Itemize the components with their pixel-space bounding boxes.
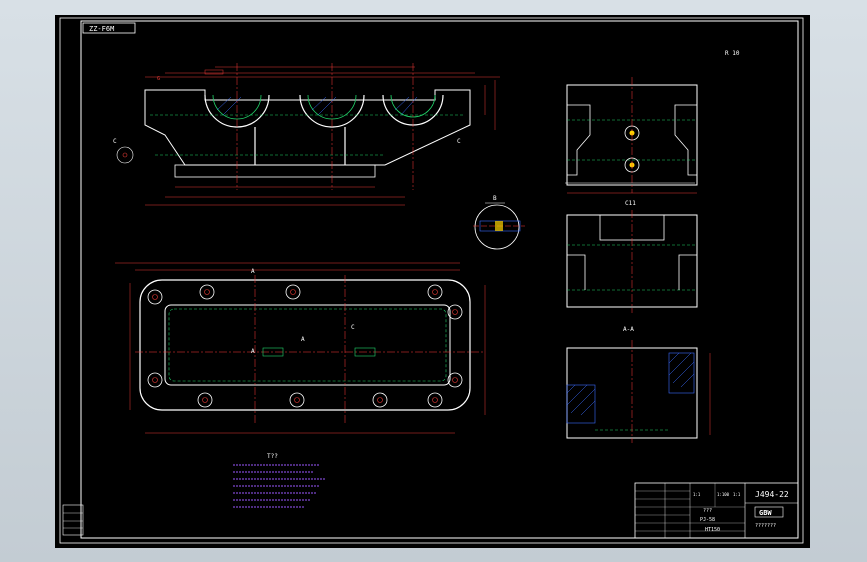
- section-label-c: C11: [625, 200, 636, 207]
- revision-table: [62, 504, 84, 536]
- notes-title: T??: [267, 453, 278, 460]
- cad-viewport: ZZ-F6M R 10 G C C A A A C B C11 A-A T?? …: [0, 0, 867, 562]
- detail-label: B: [493, 195, 497, 202]
- top-right-mark: R 10: [725, 50, 740, 57]
- label-a-mid: A: [301, 336, 305, 343]
- title-block-line-2: PJ-58: [700, 517, 715, 523]
- label-a-top: A: [251, 268, 255, 275]
- plan-view: A A A C: [115, 262, 486, 434]
- detail-b: B: [473, 195, 525, 250]
- label-c-plan: C: [351, 324, 355, 331]
- scale-cell-1: 1:1: [693, 492, 701, 497]
- company-logo-text: GBW: [759, 509, 772, 517]
- label-c-detail: C: [113, 138, 117, 145]
- title-block-line-1: ???: [703, 508, 712, 514]
- technical-notes: T??: [233, 453, 325, 508]
- label-a-left: A: [251, 348, 255, 355]
- drawing-sheet[interactable]: ZZ-F6M R 10 G C C A A A C B C11 A-A T?? …: [55, 15, 810, 548]
- section-label-aa: A-A: [623, 326, 634, 333]
- scale-cell-3: 1:1: [733, 492, 741, 497]
- front-view: G C C: [113, 63, 500, 206]
- title-block-under-logo: ???????: [755, 523, 776, 529]
- scale-cell-2: 1:100: [717, 492, 730, 497]
- drawing-number: J494-22: [755, 490, 789, 499]
- section-aa-view: A-A: [566, 326, 711, 443]
- corner-tag: ZZ-F6M: [89, 25, 114, 33]
- label-g: G: [157, 76, 160, 82]
- label-c-front: C: [457, 138, 461, 145]
- side-view: [565, 77, 698, 194]
- section-c-view: C11: [566, 200, 698, 313]
- title-block: J494-22 ??? PJ-58 HT150 1:1 1:100 1:1 GB…: [634, 482, 799, 539]
- title-block-line-3: HT150: [705, 527, 720, 533]
- drawing-canvas: ZZ-F6M R 10 G C C A A A C B C11 A-A T?? …: [59, 17, 804, 544]
